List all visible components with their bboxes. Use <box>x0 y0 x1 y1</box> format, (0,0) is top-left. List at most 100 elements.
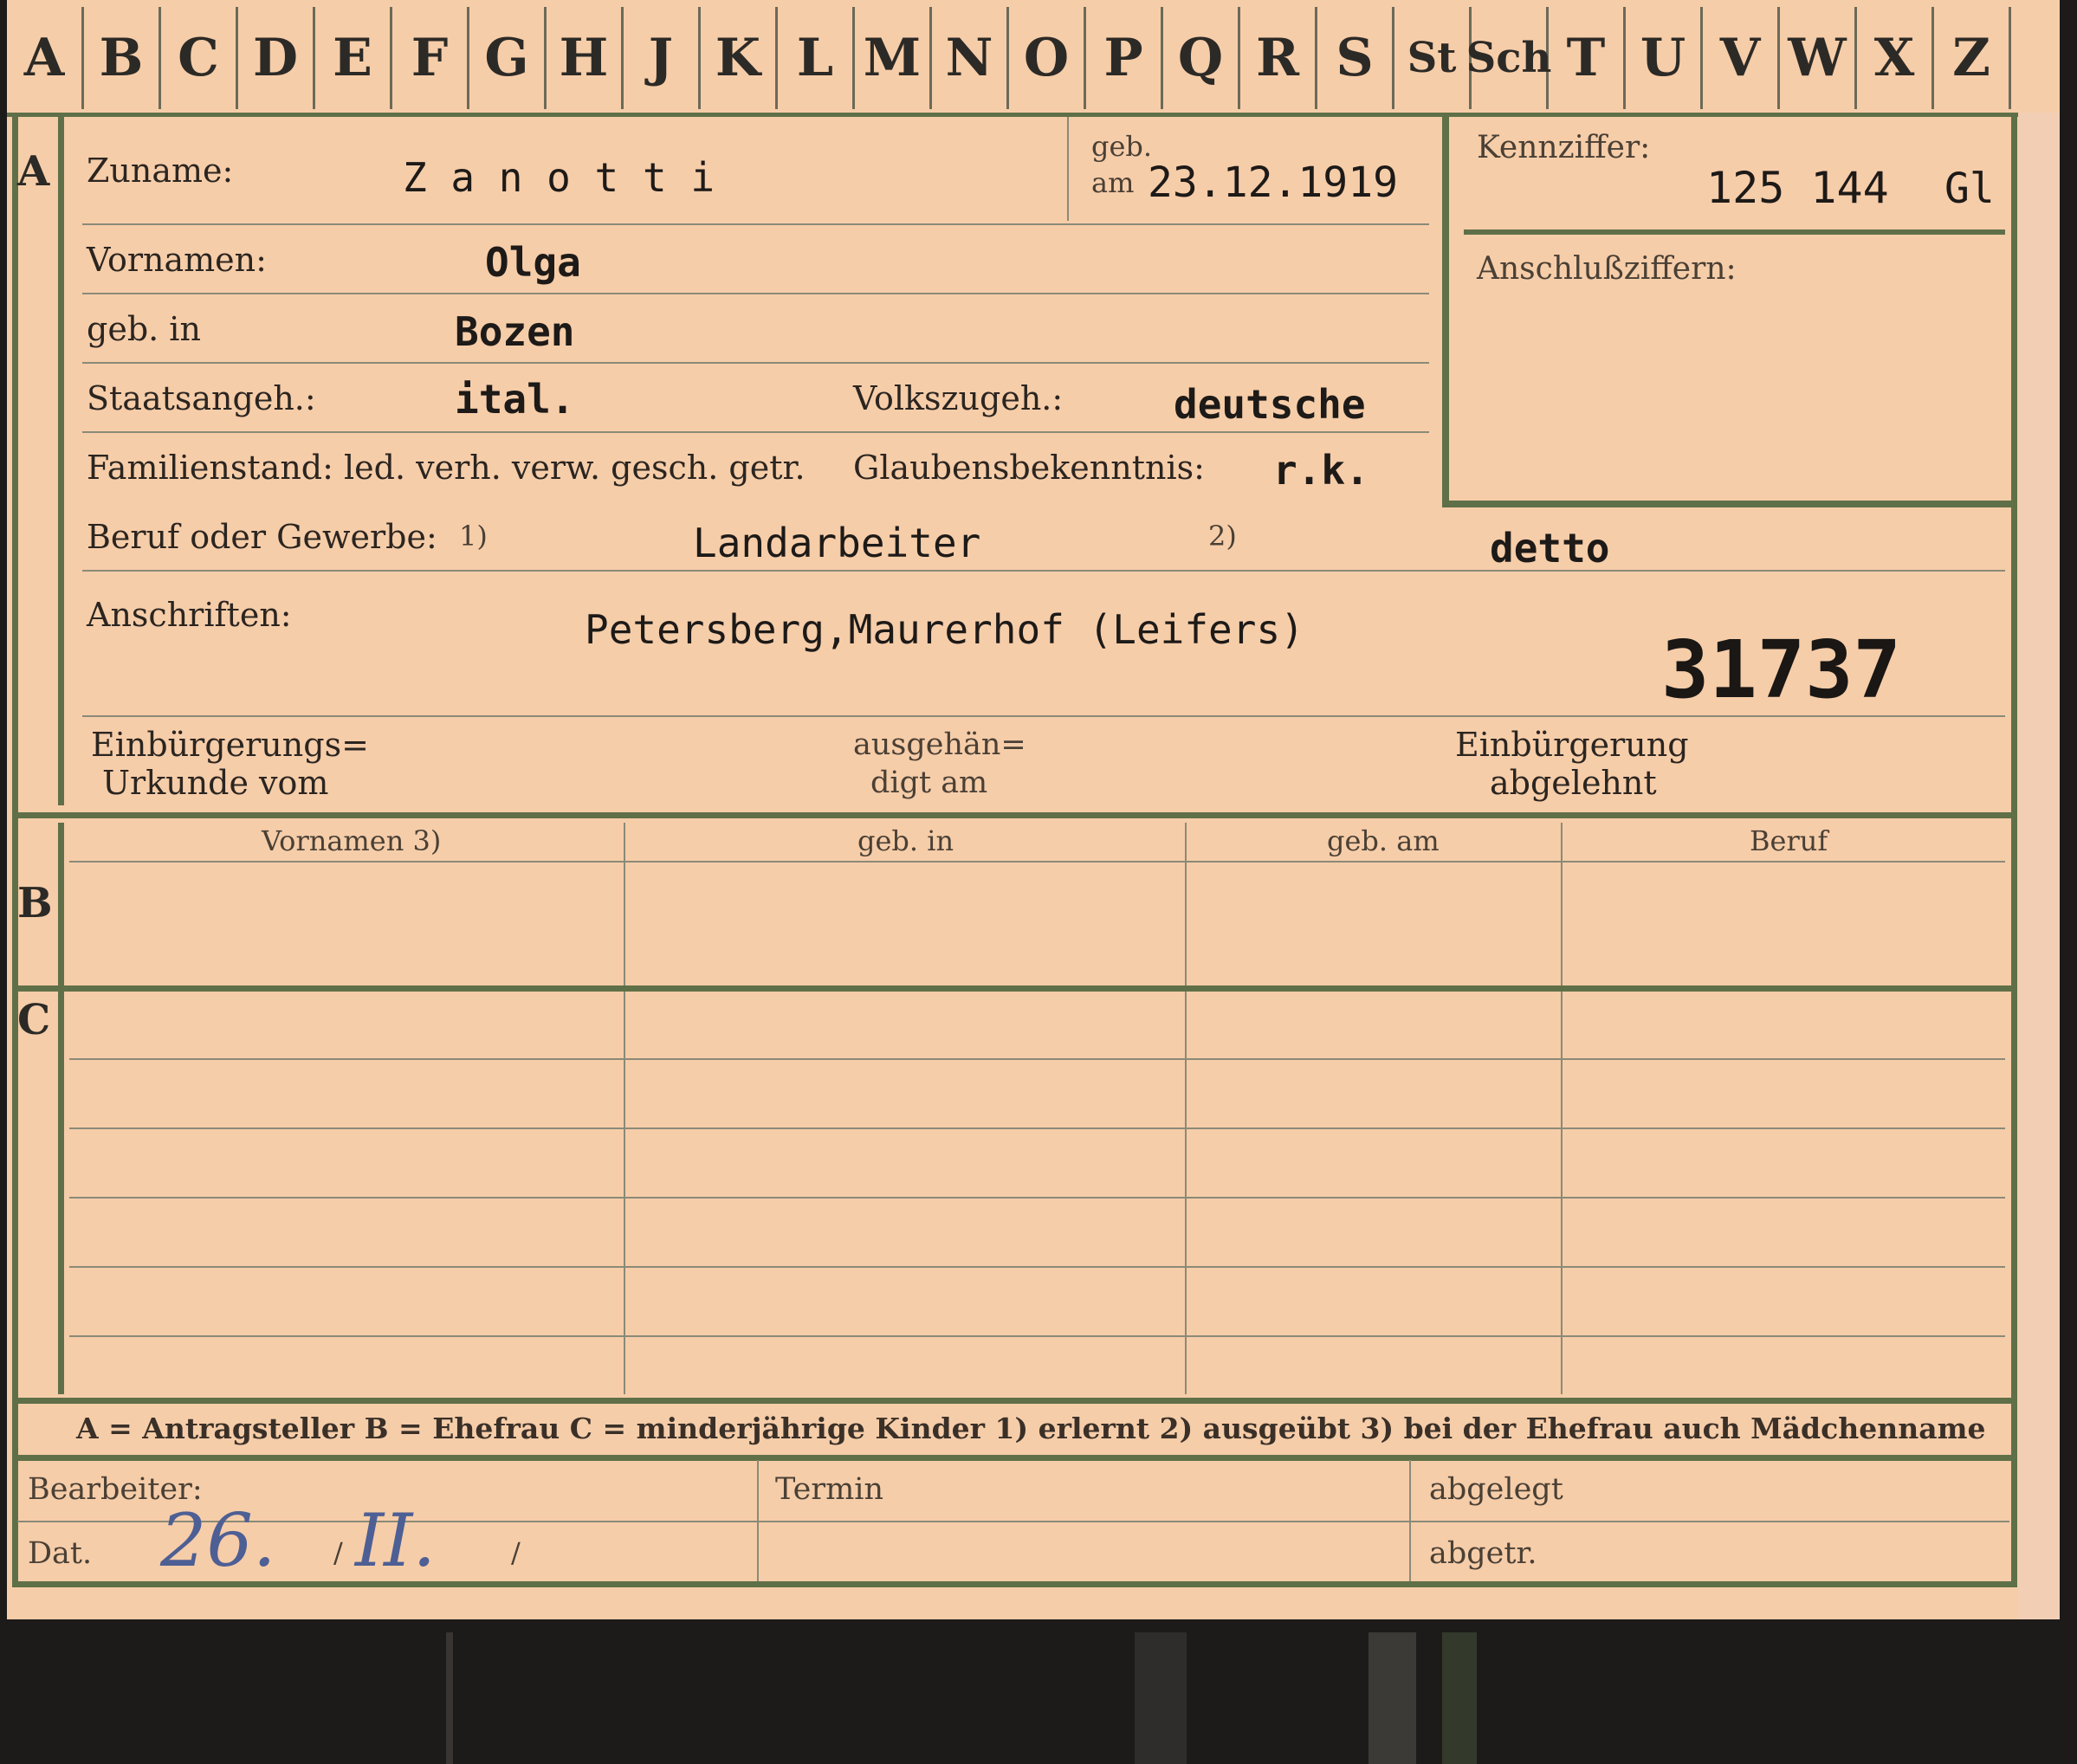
footer-row-line <box>17 1521 2009 1522</box>
alphabet-tab: X <box>1857 7 1934 109</box>
ausgehaen-label-2: digt am <box>870 766 988 800</box>
alphabet-tab: H <box>547 7 624 109</box>
section-a-label: A <box>17 147 50 196</box>
table-row-line <box>69 1266 2005 1268</box>
background-stripe <box>1442 1632 1477 1764</box>
table-header-vornamen: Vornamen 3) <box>262 824 442 857</box>
alphabet-tab: L <box>778 7 855 109</box>
dat-label: Dat. <box>28 1536 93 1571</box>
alphabet-tab-strip: A B C D E F G H J K L M N O P Q R S St Sch T U V W X Z <box>7 0 2018 117</box>
section-divider-b-c <box>12 985 2017 992</box>
abgelegt-label: abgelegt <box>1429 1472 1563 1507</box>
frame-inner-left <box>58 113 64 805</box>
legend-top-line <box>12 1398 2017 1404</box>
glaubensbekenntnis-value: r.k. <box>1273 447 1369 494</box>
table-column-line <box>1185 823 1187 1394</box>
alphabet-tab: B <box>84 7 161 109</box>
footer-column-line <box>757 1460 759 1581</box>
table-header-beruf: Beruf <box>1750 824 1828 857</box>
geb-am-label-1: geb. <box>1091 130 1153 163</box>
frame-bottom <box>12 1581 2017 1587</box>
beruf-label: Beruf oder Gewerbe: <box>87 518 437 556</box>
abgetr-label: abgetr. <box>1429 1536 1537 1571</box>
alphabet-tab: P <box>1086 7 1163 109</box>
anschrift-value: Petersberg,Maurerhof (Leifers) <box>585 606 1304 653</box>
row-line <box>82 223 1429 225</box>
table-row-line <box>69 1335 2005 1337</box>
frame-inner-left-lower <box>58 823 64 1394</box>
table-header-line <box>69 861 2005 863</box>
alphabet-tab: G <box>469 7 547 109</box>
einb-abgelehnt-label-1: Einbürgerung <box>1455 726 1689 764</box>
alphabet-tab: D <box>238 7 315 109</box>
beruf-ausgeuebt-value: detto <box>1490 525 1610 572</box>
legend-bottom-line <box>12 1455 2017 1461</box>
alphabet-tab: Z <box>1934 7 2011 109</box>
row-line <box>82 431 1429 433</box>
background-stripe <box>446 1632 453 1764</box>
alphabet-tab: K <box>701 7 778 109</box>
anschlussziffern-label: Anschlußziffern: <box>1477 251 1737 287</box>
volkszugeh-label: Volkszugeh.: <box>853 379 1064 417</box>
table-row-line <box>69 1058 2005 1060</box>
table-header-geb-am: geb. am <box>1327 824 1440 857</box>
date-separator-1: / <box>333 1536 343 1569</box>
alphabet-tab: Q <box>1163 7 1240 109</box>
alphabet-tab: E <box>315 7 392 109</box>
kennziffer-label: Kennziffer: <box>1477 130 1651 165</box>
alphabet-tab: M <box>855 7 932 109</box>
beruf-footnote-2: 2) <box>1208 520 1237 552</box>
row-line <box>82 293 1429 294</box>
alphabet-tab: V <box>1703 7 1780 109</box>
geb-am-value: 23.12.1919 <box>1148 158 1398 207</box>
alphabet-tab: A <box>7 7 84 109</box>
geb-in-label: geb. in <box>87 310 201 348</box>
alphabet-tab: F <box>392 7 469 109</box>
termin-label: Termin <box>775 1472 883 1507</box>
ausgehaen-label-1: ausgehän= <box>853 727 1026 762</box>
beruf-footnote-1: 1) <box>459 520 488 552</box>
kennziffer-suffix: Gl <box>1944 165 1995 213</box>
handwritten-month: II. <box>355 1498 437 1583</box>
alphabet-tab: T <box>1549 7 1626 109</box>
volkszugeh-value: deutsche <box>1174 381 1366 428</box>
background-stripe <box>1368 1632 1416 1764</box>
date-separator-2: / <box>511 1536 521 1569</box>
table-row-line <box>69 1128 2005 1129</box>
table-header-geb-in: geb. in <box>857 824 954 857</box>
table-column-line <box>624 823 625 1394</box>
alphabet-tab: C <box>161 7 238 109</box>
anschriften-label: Anschriften: <box>87 596 292 634</box>
stamp-number: 31737 <box>1661 624 1901 716</box>
footer-column-line <box>1409 1460 1411 1581</box>
zuname-value: Z a n o t t i <box>403 154 715 201</box>
row-line <box>82 570 2005 572</box>
geb-in-value: Bozen <box>455 308 575 355</box>
zuname-label: Zuname: <box>87 152 234 190</box>
einb-urkunde-label-2: Urkunde vom <box>102 764 329 802</box>
einb-abgelehnt-label-2: abgelehnt <box>1490 764 1657 802</box>
table-column-line <box>1561 823 1563 1394</box>
beruf-erlernt-value: Landarbeiter <box>693 520 981 566</box>
glaubensbekenntnis-label: Glaubensbekenntnis: <box>853 449 1205 487</box>
einb-urkunde-label-1: Einbürgerungs= <box>91 726 369 764</box>
vornamen-label: Vornamen: <box>87 241 267 279</box>
card-edge <box>2018 113 2060 1619</box>
row-line <box>82 715 2005 717</box>
legend-text: A = Antragsteller B = Ehefrau C = minder… <box>76 1412 1986 1445</box>
kennziffer-value: 125 144 <box>1706 163 1889 213</box>
familienstand-label: Familienstand: led. verh. verw. gesch. g… <box>87 449 806 487</box>
alphabet-tab: R <box>1240 7 1317 109</box>
alphabet-tab: S <box>1317 7 1394 109</box>
kennziffer-divider <box>1464 229 2005 235</box>
alphabet-tab: W <box>1780 7 1857 109</box>
staatsangeh-value: ital. <box>455 376 575 423</box>
background-stripe <box>1135 1632 1187 1764</box>
alphabet-tab: Sch <box>1466 7 1551 109</box>
section-b-label: B <box>17 879 53 927</box>
vornamen-value: Olga <box>485 239 581 286</box>
staatsangeh-label: Staatsangeh.: <box>87 379 316 417</box>
section-c-label: C <box>17 996 51 1044</box>
table-row-line <box>69 1197 2005 1199</box>
handwritten-day: 26. <box>160 1498 276 1583</box>
